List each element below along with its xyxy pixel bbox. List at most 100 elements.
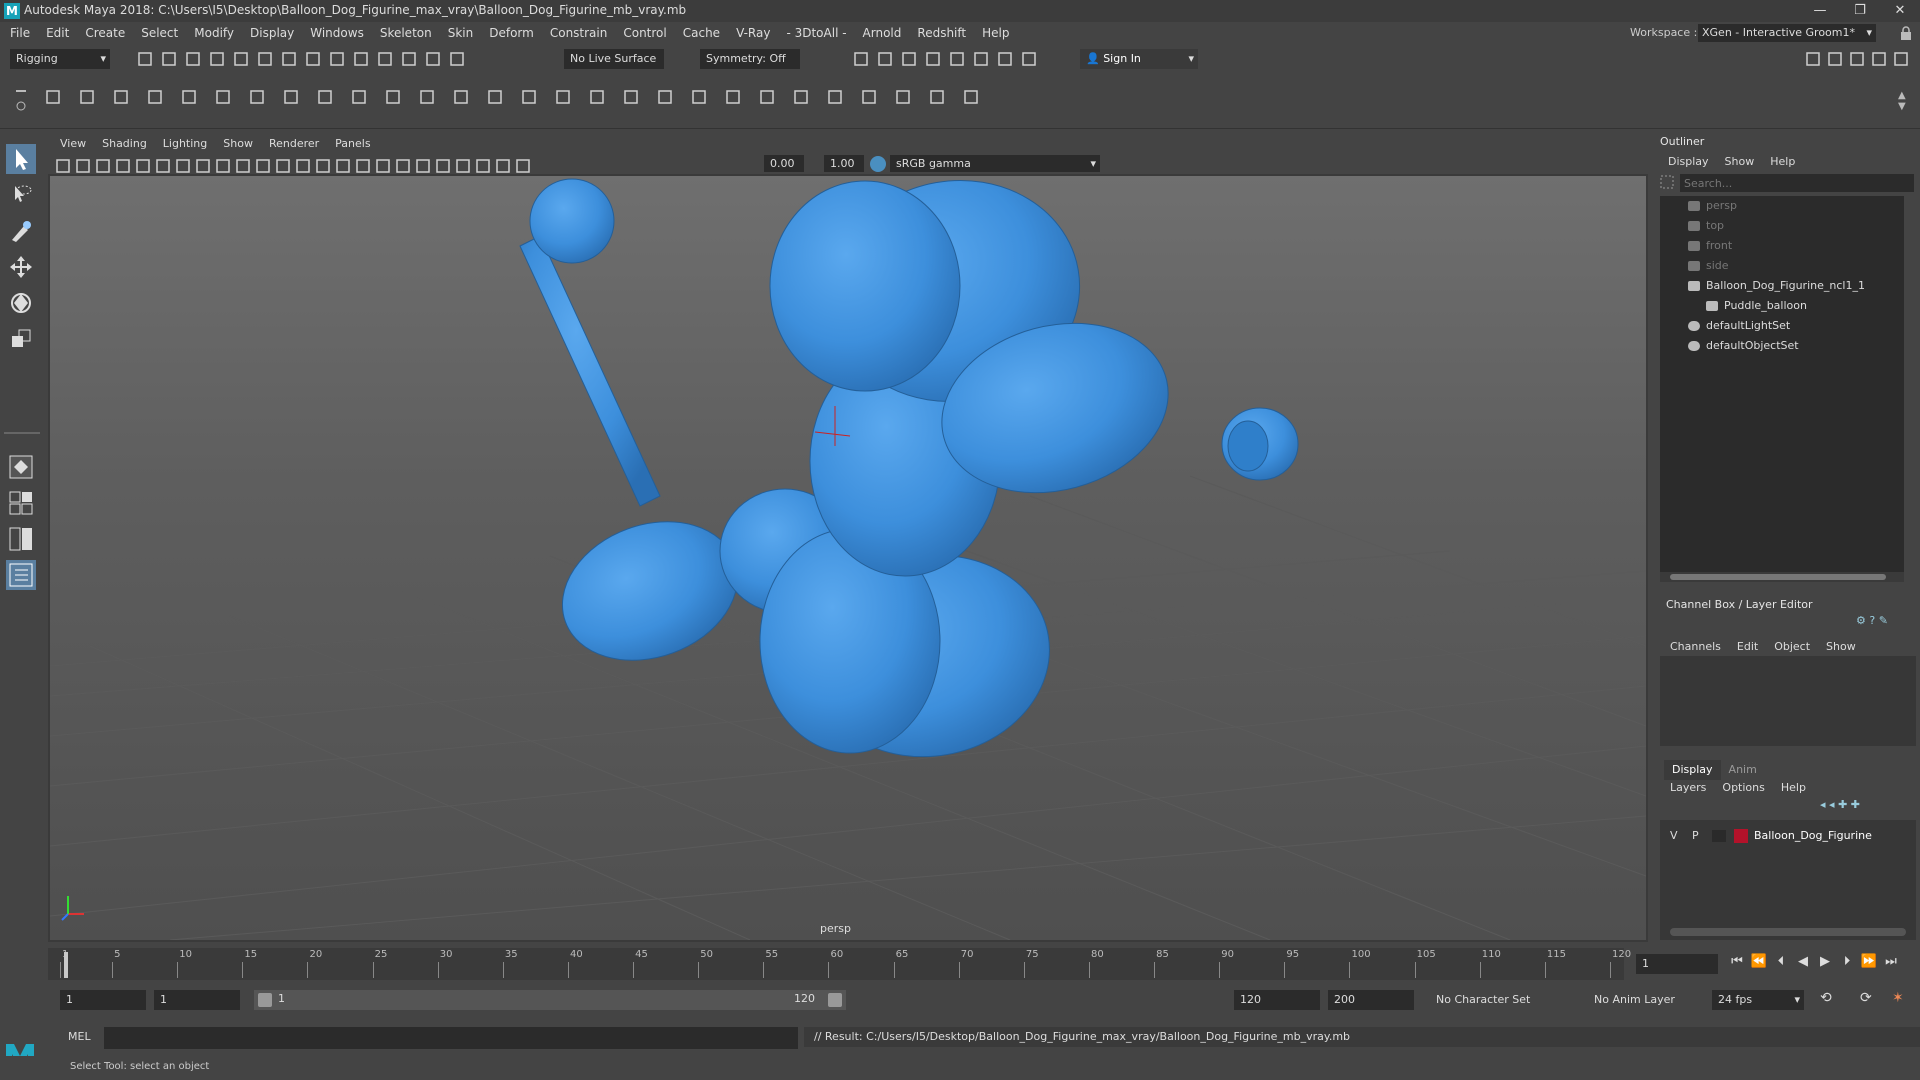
blend-shape-icon[interactable]: [452, 88, 470, 106]
menu-item[interactable]: Modify: [186, 22, 242, 44]
shelf-options-icon[interactable]: [14, 88, 28, 118]
outliner-item[interactable]: top: [1688, 216, 1724, 236]
pencil-icon[interactable]: ✎: [1879, 614, 1888, 627]
snap-point-icon[interactable]: [376, 50, 394, 68]
layer-menu-item[interactable]: Layers: [1662, 778, 1714, 798]
scene-end-field[interactable]: 200: [1328, 990, 1414, 1010]
xray-icon[interactable]: [454, 157, 472, 175]
hik-icon[interactable]: [758, 88, 776, 106]
viewport-menu-item[interactable]: View: [52, 134, 94, 154]
attribute-editor-icon[interactable]: [1848, 50, 1866, 68]
channel-box-menu-item[interactable]: Edit: [1729, 637, 1766, 657]
render-view-icon[interactable]: [948, 50, 966, 68]
two-pane-layout-icon[interactable]: [6, 524, 36, 554]
lattice-icon[interactable]: [350, 88, 368, 106]
ik-spline-icon[interactable]: [112, 88, 130, 106]
select-hierarchy-icon[interactable]: [256, 50, 274, 68]
orient-joint-icon[interactable]: [214, 88, 232, 106]
channel-box-menu-item[interactable]: Channels: [1662, 637, 1729, 657]
wireframe-on-shaded-icon[interactable]: [294, 157, 312, 175]
outliner-layout-icon[interactable]: [6, 560, 36, 590]
safe-action-icon[interactable]: [214, 157, 232, 175]
maximize-button[interactable]: ❐: [1840, 1, 1880, 21]
workspace-dropdown[interactable]: XGen - Interactive Groom1* ▾: [1698, 24, 1876, 42]
character-controls-icon[interactable]: [1826, 50, 1844, 68]
quick-rig-icon[interactable]: [792, 88, 810, 106]
select-influence-icon[interactable]: [962, 88, 980, 106]
menu-item[interactable]: Constrain: [542, 22, 616, 44]
pause-icon[interactable]: [1020, 50, 1038, 68]
viewport-3d-view[interactable]: [50, 176, 1646, 940]
menu-item[interactable]: Skeleton: [372, 22, 440, 44]
symmetry-dropdown[interactable]: Symmetry: Off: [700, 49, 800, 69]
xray-joints-icon[interactable]: [474, 157, 492, 175]
sculpt-icon[interactable]: [520, 88, 538, 106]
bind-skin-icon[interactable]: [248, 88, 266, 106]
joint-tool-icon[interactable]: [44, 88, 62, 106]
isolate-select-icon[interactable]: [434, 157, 452, 175]
film-gate-icon[interactable]: [134, 157, 152, 175]
auto-key-icon[interactable]: ⟳: [1860, 990, 1872, 1006]
channel-box-menu-item[interactable]: Show: [1818, 637, 1864, 657]
point-constraint-icon[interactable]: [622, 88, 640, 106]
single-pane-layout-icon[interactable]: [6, 452, 36, 482]
character-set-dropdown[interactable]: No Character Set: [1430, 990, 1554, 1010]
menu-item[interactable]: Windows: [302, 22, 372, 44]
redo-icon[interactable]: [232, 50, 250, 68]
gamma-field[interactable]: 1.00: [824, 155, 864, 172]
step-forward-key-icon[interactable]: ⏩: [1858, 954, 1880, 969]
outliner-menu-item[interactable]: Display: [1660, 152, 1717, 172]
menu-item[interactable]: - 3DtoAll -: [778, 22, 854, 44]
paint-select-tool-icon[interactable]: [6, 216, 36, 246]
live-surface-dropdown[interactable]: No Live Surface: [564, 49, 664, 69]
channel-box-attributes[interactable]: [1660, 656, 1916, 746]
weight-hammer-icon[interactable]: [894, 88, 912, 106]
copy-weights-icon[interactable]: [928, 88, 946, 106]
wrap-icon[interactable]: [486, 88, 504, 106]
lasso-tool-icon[interactable]: [6, 180, 36, 210]
layer-color-swatch[interactable]: [1734, 829, 1748, 843]
step-back-key-icon[interactable]: ⏪: [1748, 954, 1770, 969]
render-setup-icon[interactable]: [972, 50, 990, 68]
layer-menu-item[interactable]: Help: [1773, 778, 1814, 798]
layer-menu-item[interactable]: Options: [1714, 778, 1772, 798]
play-forwards-icon[interactable]: ▶: [1814, 954, 1836, 969]
time-slider[interactable]: 1510152025303540455055606570758085909510…: [48, 948, 1631, 980]
menu-item[interactable]: Cache: [675, 22, 728, 44]
outliner-menu-item[interactable]: Help: [1762, 152, 1803, 172]
move-layer-down-icon[interactable]: ◂: [1829, 798, 1835, 811]
outliner-item[interactable]: persp: [1688, 196, 1737, 216]
channel-box-icon[interactable]: [1892, 50, 1910, 68]
paint-weights-icon[interactable]: [316, 88, 334, 106]
mirror-joint-icon[interactable]: [180, 88, 198, 106]
field-chart-icon[interactable]: [194, 157, 212, 175]
layer-visibility-toggle[interactable]: V: [1670, 829, 1678, 842]
layer-playback-toggle[interactable]: P: [1692, 829, 1699, 842]
menu-item[interactable]: Arnold: [855, 22, 910, 44]
play-backwards-icon[interactable]: ◀: [1792, 954, 1814, 969]
range-start-handle[interactable]: [258, 993, 272, 1007]
open-scene-icon[interactable]: [160, 50, 178, 68]
menu-item[interactable]: Skin: [440, 22, 482, 44]
multisample-icon[interactable]: [414, 157, 432, 175]
minimize-button[interactable]: —: [1800, 1, 1840, 21]
character-icon[interactable]: [826, 88, 844, 106]
layer-tab[interactable]: Display: [1664, 760, 1721, 780]
tool-settings-icon[interactable]: [1870, 50, 1888, 68]
move-tool-icon[interactable]: [6, 252, 36, 282]
menu-item[interactable]: V-Ray: [728, 22, 778, 44]
select-tool-icon[interactable]: [6, 144, 36, 174]
select-component-icon[interactable]: [304, 50, 322, 68]
cluster-icon[interactable]: [384, 88, 402, 106]
go-to-start-icon[interactable]: ⏮: [1726, 954, 1748, 969]
layer-row[interactable]: V P Balloon_Dog_Figurine: [1660, 826, 1916, 846]
snap-view-icon[interactable]: [424, 50, 442, 68]
new-scene-icon[interactable]: [136, 50, 154, 68]
render-current-icon[interactable]: [852, 50, 870, 68]
lock-icon[interactable]: [1900, 26, 1912, 40]
modeling-toolkit-icon[interactable]: [1804, 50, 1822, 68]
new-layer-icon[interactable]: ✚: [1838, 798, 1847, 811]
step-forward-frame-icon[interactable]: ⏵: [1836, 954, 1858, 969]
outliner-item[interactable]: front: [1688, 236, 1732, 256]
viewport-menu-item[interactable]: Renderer: [261, 134, 327, 154]
